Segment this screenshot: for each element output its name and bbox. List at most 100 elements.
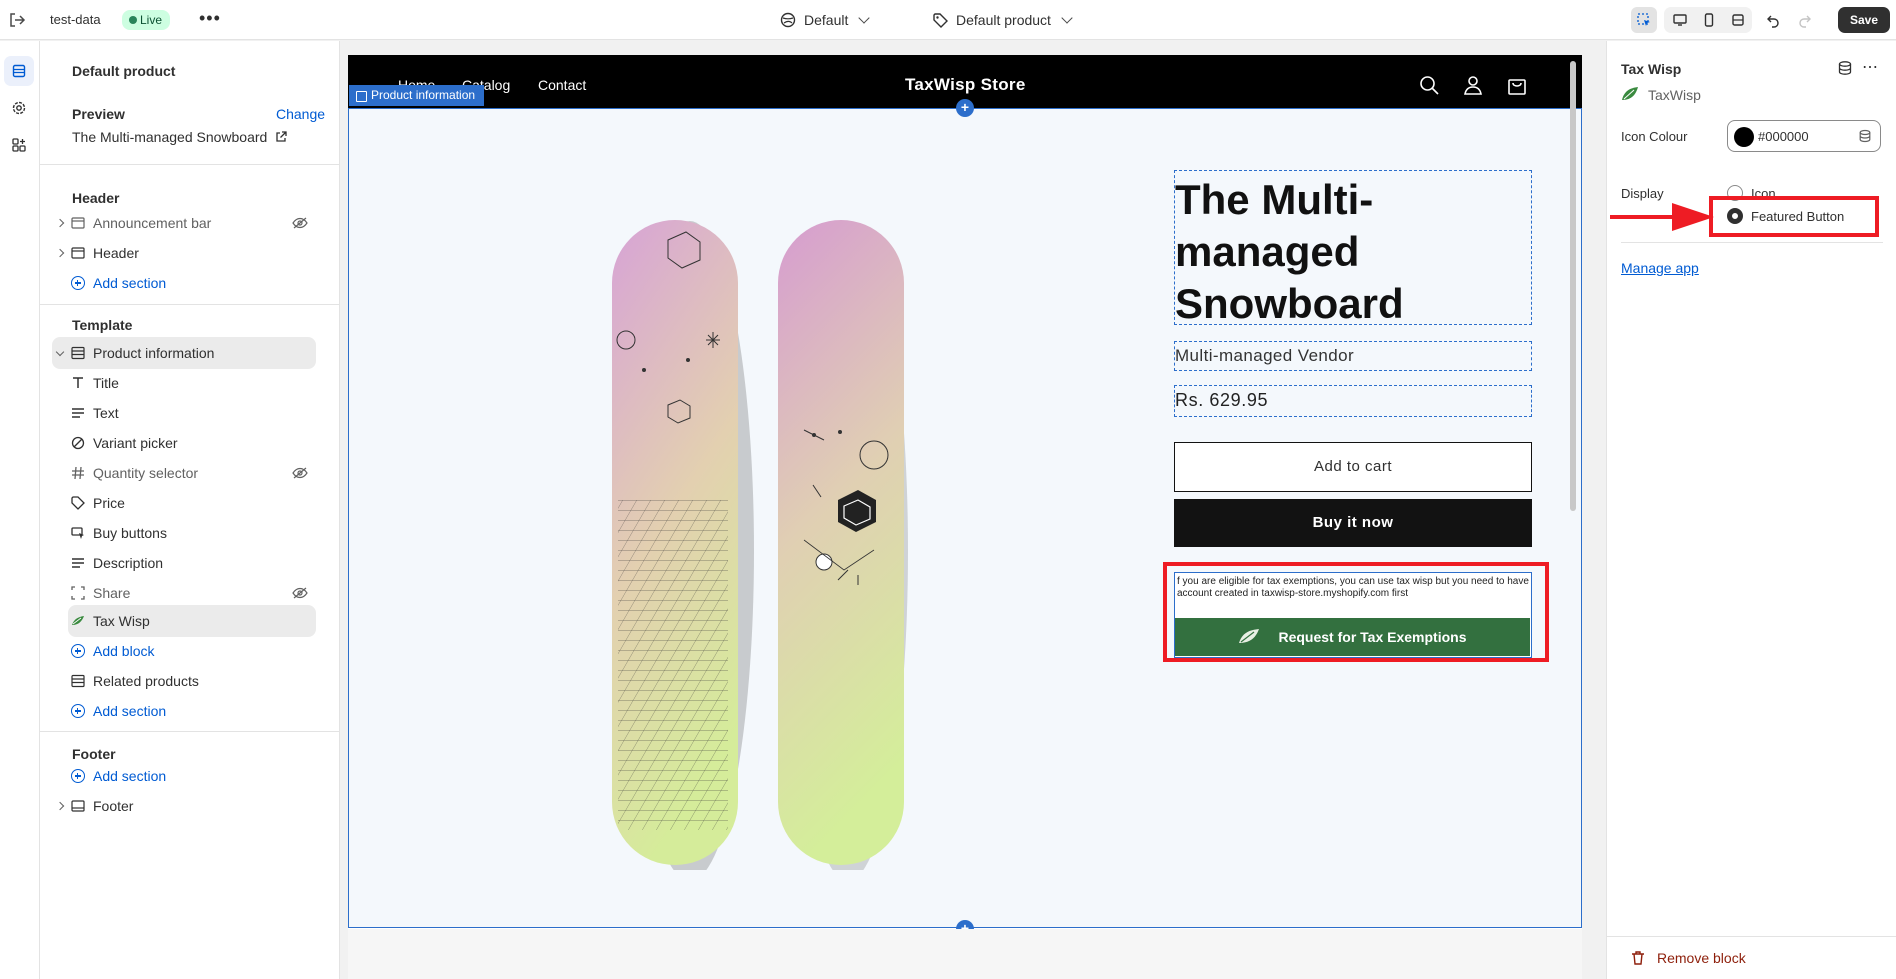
undo-button[interactable] [1760, 7, 1786, 33]
product-information-section-tag[interactable]: Product information [349, 85, 485, 106]
block-item-variant-picker[interactable]: Variant picker [68, 427, 316, 459]
store-logo[interactable]: TaxWisp Store [905, 75, 1026, 95]
annotation-arrow [1610, 203, 1714, 231]
undo-icon [1767, 15, 1779, 28]
sidebar-item-header[interactable]: Header [52, 237, 316, 269]
inspector-toggle-button[interactable] [1631, 7, 1657, 33]
database-icon[interactable] [1858, 129, 1872, 143]
buy-now-button[interactable]: Buy it now [1174, 499, 1532, 547]
live-status-badge: Live [122, 10, 171, 30]
cart-icon[interactable] [1506, 74, 1528, 96]
sidebar-item-label: Footer [93, 798, 134, 814]
change-preview-link[interactable]: Change [276, 106, 325, 122]
sidebar-item-label: Product information [93, 345, 215, 361]
fullscreen-view-button[interactable] [1725, 7, 1751, 33]
app-embeds-nav-button[interactable] [4, 130, 34, 160]
panel-title: Tax Wisp [1621, 61, 1682, 77]
preview-product[interactable]: The Multi-managed Snowboard [72, 129, 287, 145]
tag-icon [933, 13, 948, 28]
text-lines-icon [68, 553, 88, 573]
remove-block-button[interactable]: Remove block [1631, 950, 1746, 966]
eye-hidden-icon[interactable] [290, 466, 310, 480]
exit-icon[interactable] [6, 9, 28, 31]
preview-scrollbar[interactable] [1570, 61, 1576, 511]
block-item-text[interactable]: Text [68, 397, 316, 429]
block-item-quantity-selector[interactable]: Quantity selector [68, 457, 316, 489]
redo-icon [1799, 15, 1811, 28]
add-to-cart-button[interactable]: Add to cart [1174, 442, 1532, 492]
fullscreen-icon [1732, 14, 1744, 26]
block-settings-panel: Tax Wisp ⋯ TaxWisp Icon Colour #000000 D… [1606, 41, 1896, 979]
product-vendor[interactable]: Multi-managed Vendor [1174, 341, 1532, 371]
block-label: Title [93, 375, 119, 391]
search-icon[interactable] [1418, 74, 1440, 96]
block-item-buy-buttons[interactable]: Buy buttons [68, 517, 316, 549]
chevron-right-icon[interactable] [52, 248, 68, 258]
icon-colour-label: Icon Colour [1621, 129, 1688, 144]
eye-hidden-icon[interactable] [290, 216, 310, 230]
button-cursor-icon [68, 523, 88, 543]
icon-colour-picker[interactable]: #000000 [1727, 120, 1881, 152]
add-section-above-button[interactable]: + [956, 99, 974, 117]
block-label: Share [93, 585, 131, 601]
block-label: Quantity selector [93, 465, 199, 481]
more-actions-button[interactable]: ••• [199, 8, 221, 28]
icon-colour-value[interactable]: #000000 [1758, 129, 1809, 144]
product-price[interactable]: Rs. 629.95 [1174, 385, 1532, 417]
preview-label: Preview [72, 106, 125, 122]
nav-link-contact[interactable]: Contact [538, 77, 586, 93]
account-icon[interactable] [1462, 74, 1484, 96]
product-title[interactable]: The Multi-managed Snowboard [1174, 170, 1532, 327]
trash-icon [1632, 951, 1644, 965]
more-options-icon[interactable]: ⋯ [1862, 57, 1879, 77]
redo-button[interactable] [1792, 7, 1818, 33]
database-icon[interactable] [1837, 60, 1853, 76]
add-section-template-button[interactable]: Add section [52, 695, 316, 727]
product-image[interactable] [608, 210, 928, 870]
display-label: Display [1621, 186, 1664, 201]
block-item-price[interactable]: Price [68, 487, 316, 519]
chevron-down-icon [858, 12, 871, 24]
theme-label: Default [804, 12, 849, 28]
sidebar-item-footer[interactable]: Footer [52, 790, 316, 822]
chevron-down-icon[interactable] [52, 347, 68, 356]
preview-product-name: The Multi-managed Snowboard [72, 129, 268, 145]
block-label: Tax Wisp [93, 613, 150, 629]
add-section-label: Add section [93, 703, 167, 719]
add-section-footer-button[interactable]: Add section [52, 760, 316, 792]
external-link-icon[interactable] [275, 131, 287, 143]
color-swatch[interactable] [1734, 127, 1754, 147]
save-button[interactable]: Save [1838, 7, 1890, 33]
apps-icon [12, 138, 26, 152]
theme-settings-nav-button[interactable] [4, 93, 34, 123]
add-block-button[interactable]: Add block [68, 635, 316, 667]
theme-selector[interactable]: Default [780, 9, 871, 31]
mobile-view-button[interactable] [1696, 7, 1722, 33]
variant-icon [68, 433, 88, 453]
chevron-right-icon[interactable] [52, 218, 68, 228]
chevron-right-icon[interactable] [52, 801, 68, 811]
block-item-description[interactable]: Description [68, 547, 316, 579]
plus-circle-icon [68, 701, 88, 721]
block-item-title[interactable]: Title [68, 367, 316, 399]
section-icon [68, 243, 88, 263]
template-selector[interactable]: Default product [932, 9, 1073, 31]
text-lines-icon [68, 403, 88, 423]
sidebar-item-announcement-bar[interactable]: Announcement bar [52, 207, 316, 239]
desktop-icon [1673, 14, 1687, 26]
app-name: TaxWisp [1648, 87, 1701, 103]
sidebar-item-product-information[interactable]: Product information [52, 337, 316, 369]
block-item-tax-wisp[interactable]: Tax Wisp [68, 605, 316, 637]
icon-rail [0, 41, 40, 979]
plus-circle-icon [68, 766, 88, 786]
template-group-title: Template [72, 317, 133, 333]
top-bar: test-data Live ••• Default Default produ… [0, 0, 1896, 40]
sections-nav-button[interactable] [4, 56, 34, 86]
plus-circle-icon [68, 641, 88, 661]
manage-app-link[interactable]: Manage app [1621, 260, 1699, 276]
eye-hidden-icon[interactable] [290, 586, 310, 600]
sidebar-item-label: Related products [93, 673, 199, 689]
desktop-view-button[interactable] [1667, 7, 1693, 33]
sidebar-item-related-products[interactable]: Related products [52, 665, 316, 697]
add-section-header-button[interactable]: Add section [52, 267, 316, 299]
